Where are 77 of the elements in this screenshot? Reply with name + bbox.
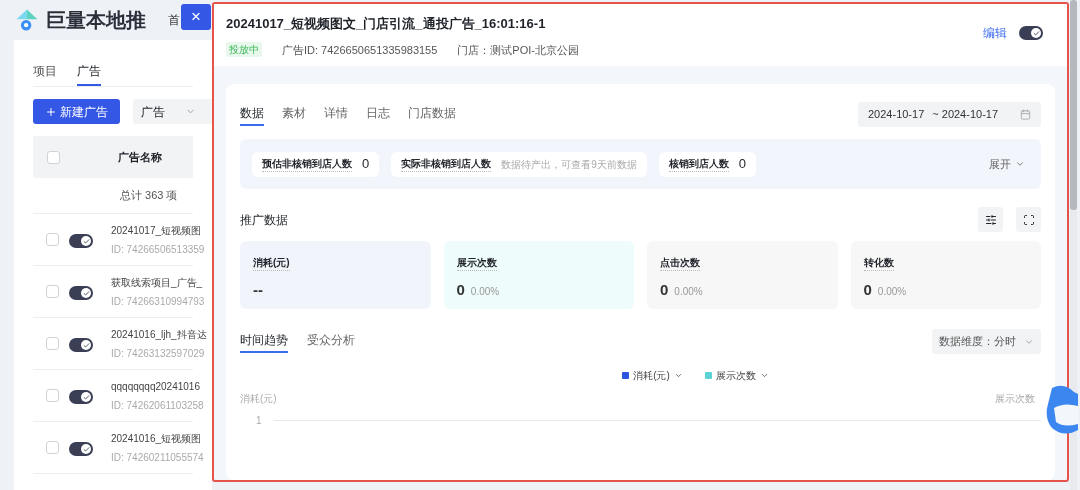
drawer-title: 20241017_短视频图文_门店引流_通投广告_16:01:16-1 [226, 15, 547, 33]
checkbox[interactable] [46, 441, 59, 454]
axis-title: 展示次数 [995, 392, 1035, 406]
ad-id: ID: 74266310994793 [111, 294, 205, 309]
tab[interactable]: 素材 [282, 103, 306, 126]
calendar-icon [1020, 109, 1031, 120]
close-button[interactable]: × [181, 4, 211, 30]
settings-button[interactable] [978, 207, 1003, 232]
chevron-down-icon [759, 371, 769, 380]
edit-link[interactable]: 编辑 [983, 24, 1007, 42]
date-range-picker[interactable]: 2024-10-17 ~ 2024-10-17 [858, 102, 1041, 127]
expand-button[interactable]: 展开 [989, 155, 1025, 173]
metric-card[interactable]: 转化数 0 0.00% [850, 241, 1041, 309]
section-title: 推广数据 [240, 211, 288, 229]
status-tag: 投放中 [226, 42, 262, 58]
axis-tick: 1 [256, 414, 262, 428]
fullscreen-icon [1022, 213, 1035, 226]
legend-item[interactable]: 消耗(元) [622, 368, 683, 383]
checkbox[interactable] [47, 150, 60, 164]
tab[interactable]: 详情 [324, 103, 348, 126]
sliders-icon [984, 213, 997, 226]
column-header: 广告名称 [118, 149, 162, 165]
check-icon [1032, 29, 1040, 37]
tab[interactable]: 广告 [77, 62, 101, 86]
ad-name[interactable]: 20241017_短视频图 [111, 222, 205, 238]
ad-id: ID: 74266506513359 [111, 242, 205, 257]
toggle-switch[interactable] [69, 234, 93, 248]
tab[interactable]: 项目 [33, 62, 57, 86]
check-icon [82, 237, 90, 245]
dimension-select[interactable]: 数据维度：分时 [932, 329, 1041, 354]
toggle-switch[interactable] [69, 338, 93, 352]
tab[interactable]: 数据 [240, 103, 264, 126]
logo-icon [14, 7, 40, 33]
check-icon [82, 393, 90, 401]
summary-chip: 预估非核销到店人数 0 [252, 151, 380, 177]
checkbox[interactable] [46, 337, 59, 350]
filter-select[interactable]: 广告 [133, 99, 212, 124]
toggle-switch[interactable] [69, 390, 93, 404]
tab[interactable]: 受众分析 [307, 330, 355, 353]
chevron-down-icon [673, 371, 683, 380]
summary-chip: 实际非核销到店人数 数据待产出，可查看9天前数据 [391, 151, 647, 177]
brand-name: 巨量本地推 [46, 8, 146, 33]
toggle-switch[interactable] [1019, 26, 1043, 40]
toggle-switch[interactable] [69, 286, 93, 300]
toggle-switch[interactable] [69, 442, 93, 456]
plus-icon [45, 105, 57, 118]
metric-card[interactable]: 点击次数 0 0.00% [647, 241, 838, 309]
tab[interactable]: 时间趋势 [240, 330, 288, 353]
legend-label: 消耗(元) [633, 369, 670, 383]
metric-card[interactable]: 展示次数 0 0.00% [443, 241, 634, 309]
legend-label: 展示次数 [715, 369, 756, 383]
check-icon [82, 341, 90, 349]
ad-id: ID: 74262061103258 [111, 398, 204, 413]
tab[interactable]: 日志 [366, 103, 390, 126]
checkbox[interactable] [46, 233, 59, 246]
metric-card[interactable]: 消耗(元) -- [240, 241, 431, 309]
ad-id: ID: 74263132597029 [111, 346, 206, 361]
ad-name[interactable]: 20241016_短视频图 [111, 430, 204, 446]
nav-item[interactable]: 首 [168, 11, 180, 29]
ad-id: 广告ID: 7426650651335983155 [282, 42, 438, 58]
total-count: 总计 363 项 [120, 188, 178, 204]
checkbox[interactable] [46, 285, 59, 298]
ad-name[interactable]: 获取线索项目_广告_ [111, 274, 205, 290]
fullscreen-button[interactable] [1016, 207, 1041, 232]
summary-chip: 核销到店人数 0 [658, 151, 757, 177]
ad-id: ID: 74260211055574 [111, 450, 204, 465]
axis-title: 消耗(元) [240, 392, 277, 406]
store-name: 门店：测试POI-北京公园 [457, 42, 579, 58]
check-icon [82, 445, 90, 453]
new-ad-button[interactable]: 新建广告 [33, 99, 120, 124]
legend-item[interactable]: 展示次数 [704, 368, 769, 383]
check-icon [82, 289, 90, 297]
tab[interactable]: 门店数据 [408, 103, 456, 126]
ad-name[interactable]: qqqqqqqq20241016 [111, 378, 204, 394]
ad-name[interactable]: 20241016_ljh_抖音达 [111, 326, 207, 342]
chevron-down-icon [1015, 159, 1025, 169]
checkbox[interactable] [46, 389, 59, 402]
